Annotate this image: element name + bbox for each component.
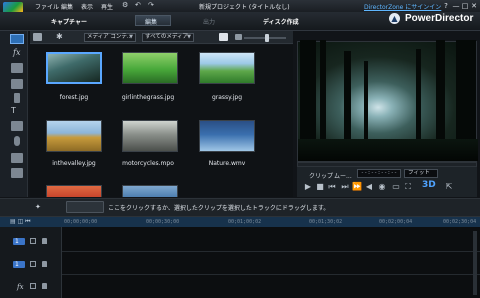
filter-combo-label: すべてのメディア bbox=[145, 34, 189, 40]
3d-toggle-button[interactable]: 3D bbox=[422, 181, 436, 190]
audio-track-enable-checkbox[interactable] bbox=[30, 261, 36, 267]
fx-room-icon[interactable]: fx bbox=[13, 48, 20, 57]
filter-combo[interactable]: すべてのメディア ▼ bbox=[142, 33, 194, 42]
media-caption: grassy.jpg bbox=[211, 94, 243, 101]
media-room-icon[interactable] bbox=[10, 34, 24, 44]
particle-room-icon[interactable] bbox=[11, 79, 23, 89]
timecode-display[interactable]: --:--:--:-- bbox=[357, 169, 401, 178]
timeline-tracks[interactable] bbox=[62, 227, 480, 298]
undock-icon[interactable]: ⇱ bbox=[444, 182, 454, 191]
upload-icon: ▲ bbox=[389, 13, 400, 24]
minimize-icon[interactable]: — bbox=[452, 2, 460, 10]
ruler-tick-label: 00;02;30;04 bbox=[443, 219, 477, 225]
next-frame-icon[interactable]: ⏭ bbox=[340, 182, 350, 191]
media-caption: girlinthegrass.jpg bbox=[121, 94, 175, 101]
zoom-fit-combo[interactable]: フィット bbox=[404, 169, 438, 178]
media-thumb-forest[interactable] bbox=[46, 52, 102, 84]
hint-text: ここをクリックするか、選択したクリップを選択したトラックにドラッグします。 bbox=[108, 205, 330, 212]
media-caption: Nature.wmv bbox=[208, 160, 246, 167]
thumbnail-size-small-icon[interactable] bbox=[235, 34, 242, 40]
media-type-combo[interactable]: メディア コンテ... ▼ bbox=[84, 33, 136, 42]
audio-track-number: 1 bbox=[15, 261, 19, 268]
tab-capture[interactable]: キャプチャー bbox=[51, 17, 87, 26]
maximize-icon[interactable]: □ bbox=[461, 2, 469, 10]
import-media-icon[interactable] bbox=[33, 33, 42, 41]
previous-frame-icon[interactable]: ⏮ bbox=[327, 182, 337, 191]
ruler-tick-label: 00;00;30;00 bbox=[146, 219, 180, 225]
fast-forward-icon[interactable]: ⏩ bbox=[352, 182, 362, 191]
track-divider bbox=[62, 251, 480, 252]
menu-edit[interactable]: 編集 bbox=[61, 2, 73, 11]
media-caption: motorcycles.mpo bbox=[122, 160, 174, 167]
stop-icon[interactable]: ■ bbox=[315, 182, 325, 191]
ruler-tick-label: 00;01;30;02 bbox=[309, 219, 343, 225]
fx-track-icon: fx bbox=[17, 283, 24, 291]
redo-icon[interactable]: ↷ bbox=[148, 1, 156, 9]
project-title: 新規プロジェクト (タイトルなし) bbox=[199, 4, 290, 11]
title-room-icon[interactable]: T bbox=[11, 106, 23, 116]
grid-view-icon[interactable] bbox=[219, 33, 228, 41]
subtitle-room-icon[interactable] bbox=[11, 168, 23, 178]
plugin-icon[interactable]: ✱ bbox=[56, 33, 65, 41]
fullscreen-icon[interactable]: ⛶ bbox=[403, 182, 413, 191]
zoom-fit-label: フィット bbox=[408, 170, 430, 176]
menu-view[interactable]: 表示 bbox=[81, 2, 93, 11]
close-icon[interactable]: ✕ bbox=[470, 2, 478, 10]
menu-playback[interactable]: 再生 bbox=[101, 2, 113, 11]
directorzone-signin-link[interactable]: DirectorZone にサインイン bbox=[364, 2, 441, 11]
fx-track-enable-checkbox[interactable] bbox=[30, 283, 36, 289]
media-thumb-partial-1[interactable] bbox=[46, 185, 102, 197]
chapter-room-icon[interactable] bbox=[11, 121, 23, 131]
clip-mode-label[interactable]: クリップ bbox=[309, 171, 333, 180]
fx-track-lock-icon[interactable] bbox=[42, 283, 47, 289]
media-thumb-motorcycles[interactable] bbox=[122, 120, 178, 152]
media-caption: inthevalley.jpg bbox=[52, 160, 96, 167]
media-thumb-inthevalley[interactable] bbox=[46, 120, 102, 152]
pip-room-icon[interactable] bbox=[11, 63, 23, 73]
audio-mixing-room-icon[interactable] bbox=[11, 153, 23, 163]
video-track-number: 1 bbox=[15, 238, 19, 245]
video-track-enable-checkbox[interactable] bbox=[30, 238, 36, 244]
gear-icon[interactable]: ⚙ bbox=[122, 1, 130, 9]
ruler-tick-label: 00;00;00;00 bbox=[64, 219, 98, 225]
tab-edit[interactable]: 編集 bbox=[145, 17, 157, 26]
display-icon[interactable]: ▭ bbox=[391, 182, 401, 191]
chevron-down-icon: ▼ bbox=[129, 34, 133, 40]
insert-mode-button[interactable] bbox=[66, 201, 104, 213]
timeline-scrollbar[interactable] bbox=[473, 231, 477, 295]
menu-file[interactable]: ファイル bbox=[35, 2, 59, 11]
ruler-tick-label: 00;01;00;02 bbox=[228, 219, 262, 225]
tab-output[interactable]: 出力 bbox=[203, 17, 215, 26]
audio-track-lock-icon[interactable] bbox=[42, 261, 47, 267]
timeline-view-icons[interactable]: ▤ ◫ ⏮ bbox=[10, 218, 31, 226]
undo-icon[interactable]: ↶ bbox=[135, 1, 143, 9]
volume-icon[interactable]: ◀ bbox=[364, 182, 374, 191]
transition-room-icon[interactable] bbox=[14, 93, 20, 103]
preview-window bbox=[297, 40, 478, 162]
media-type-combo-label: メディア コンテ... bbox=[87, 34, 133, 40]
brand-name: PowerDirector bbox=[405, 13, 474, 24]
help-icon[interactable]: ? bbox=[442, 2, 450, 10]
zoom-slider-thumb[interactable] bbox=[265, 34, 269, 42]
video-track-lock-icon[interactable] bbox=[42, 238, 47, 244]
track-divider bbox=[62, 274, 480, 275]
magic-wand-icon[interactable]: ✦ bbox=[35, 203, 45, 211]
media-thumb-partial-2[interactable] bbox=[122, 185, 178, 197]
ruler-tick-label: 00;02;00;04 bbox=[379, 219, 413, 225]
voice-room-icon[interactable] bbox=[14, 136, 20, 146]
chevron-down-icon: ▼ bbox=[187, 34, 191, 40]
media-thumb-girlinthegrass[interactable] bbox=[122, 52, 178, 84]
media-thumb-nature[interactable] bbox=[199, 120, 255, 152]
movie-mode-label[interactable]: ムー... bbox=[334, 171, 352, 180]
media-thumb-grassy[interactable] bbox=[199, 52, 255, 84]
tab-disc[interactable]: ディスク作成 bbox=[263, 17, 299, 26]
preview-ground bbox=[298, 139, 478, 161]
media-caption: forest.jpg bbox=[59, 94, 89, 101]
snapshot-icon[interactable]: ◉ bbox=[377, 182, 387, 191]
play-icon[interactable]: ▶ bbox=[303, 182, 313, 191]
